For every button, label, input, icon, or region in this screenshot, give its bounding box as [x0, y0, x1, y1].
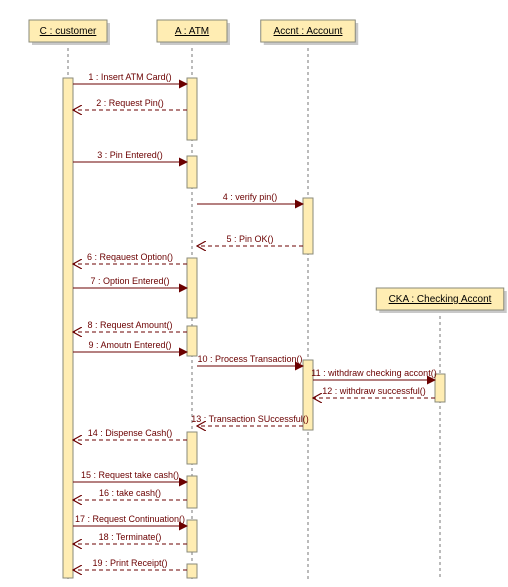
sequence-diagram: 1 : Insert ATM Card() 2 : Request Pin() 3 …: [0, 0, 508, 587]
message-label: 9 : Amoutn Entered(): [88, 340, 171, 350]
message-label: 4 : verify pin(): [223, 192, 278, 202]
activation-bar: [187, 78, 197, 140]
message-label: 3 : Pin Entered(): [97, 150, 163, 160]
message-label: 17 : Request Continuation(): [75, 514, 185, 524]
activation-bar: [63, 78, 73, 578]
message-label: 15 : Request take cash(): [81, 470, 179, 480]
message-label: 7 : Option Entered(): [90, 276, 169, 286]
activation-bar: [187, 520, 197, 552]
message-label: 18 : Terminate(): [99, 532, 162, 542]
activation-bar: [303, 198, 313, 254]
message-label: 8 : Request Amount(): [87, 320, 172, 330]
activation-bar: [187, 432, 197, 464]
activation-bar: [435, 374, 445, 402]
activation-bar: [187, 476, 197, 508]
message-label: 12 : withdraw successful(): [322, 386, 426, 396]
message-label: 10 : Process Transaction(): [197, 354, 302, 364]
message-label: 16 : take cash(): [99, 488, 161, 498]
activation-bar: [187, 564, 197, 578]
lifeline-label: Accnt : Account: [274, 26, 343, 37]
message-label: 6 : Reqauest Option(): [87, 252, 173, 262]
activation-bar: [187, 326, 197, 356]
message-label: 5 : Pin OK(): [226, 234, 273, 244]
lifeline-label: CKA : Checking Accont: [389, 294, 492, 305]
message-label: 1 : Insert ATM Card(): [88, 72, 171, 82]
lifeline-label: C : customer: [40, 26, 97, 37]
activation-bar: [187, 258, 197, 318]
message-label: 13 : Transaction SUccessful(): [191, 414, 309, 424]
message-label: 11 : withdraw checking accont(): [311, 368, 436, 378]
message-label: 14 : Dispense Cash(): [88, 428, 173, 438]
activation-bar: [187, 156, 197, 188]
message-label: 19 : Print Receipt(): [92, 558, 167, 568]
lifeline-label: A : ATM: [175, 26, 209, 37]
message-label: 2 : Request Pin(): [96, 98, 164, 108]
